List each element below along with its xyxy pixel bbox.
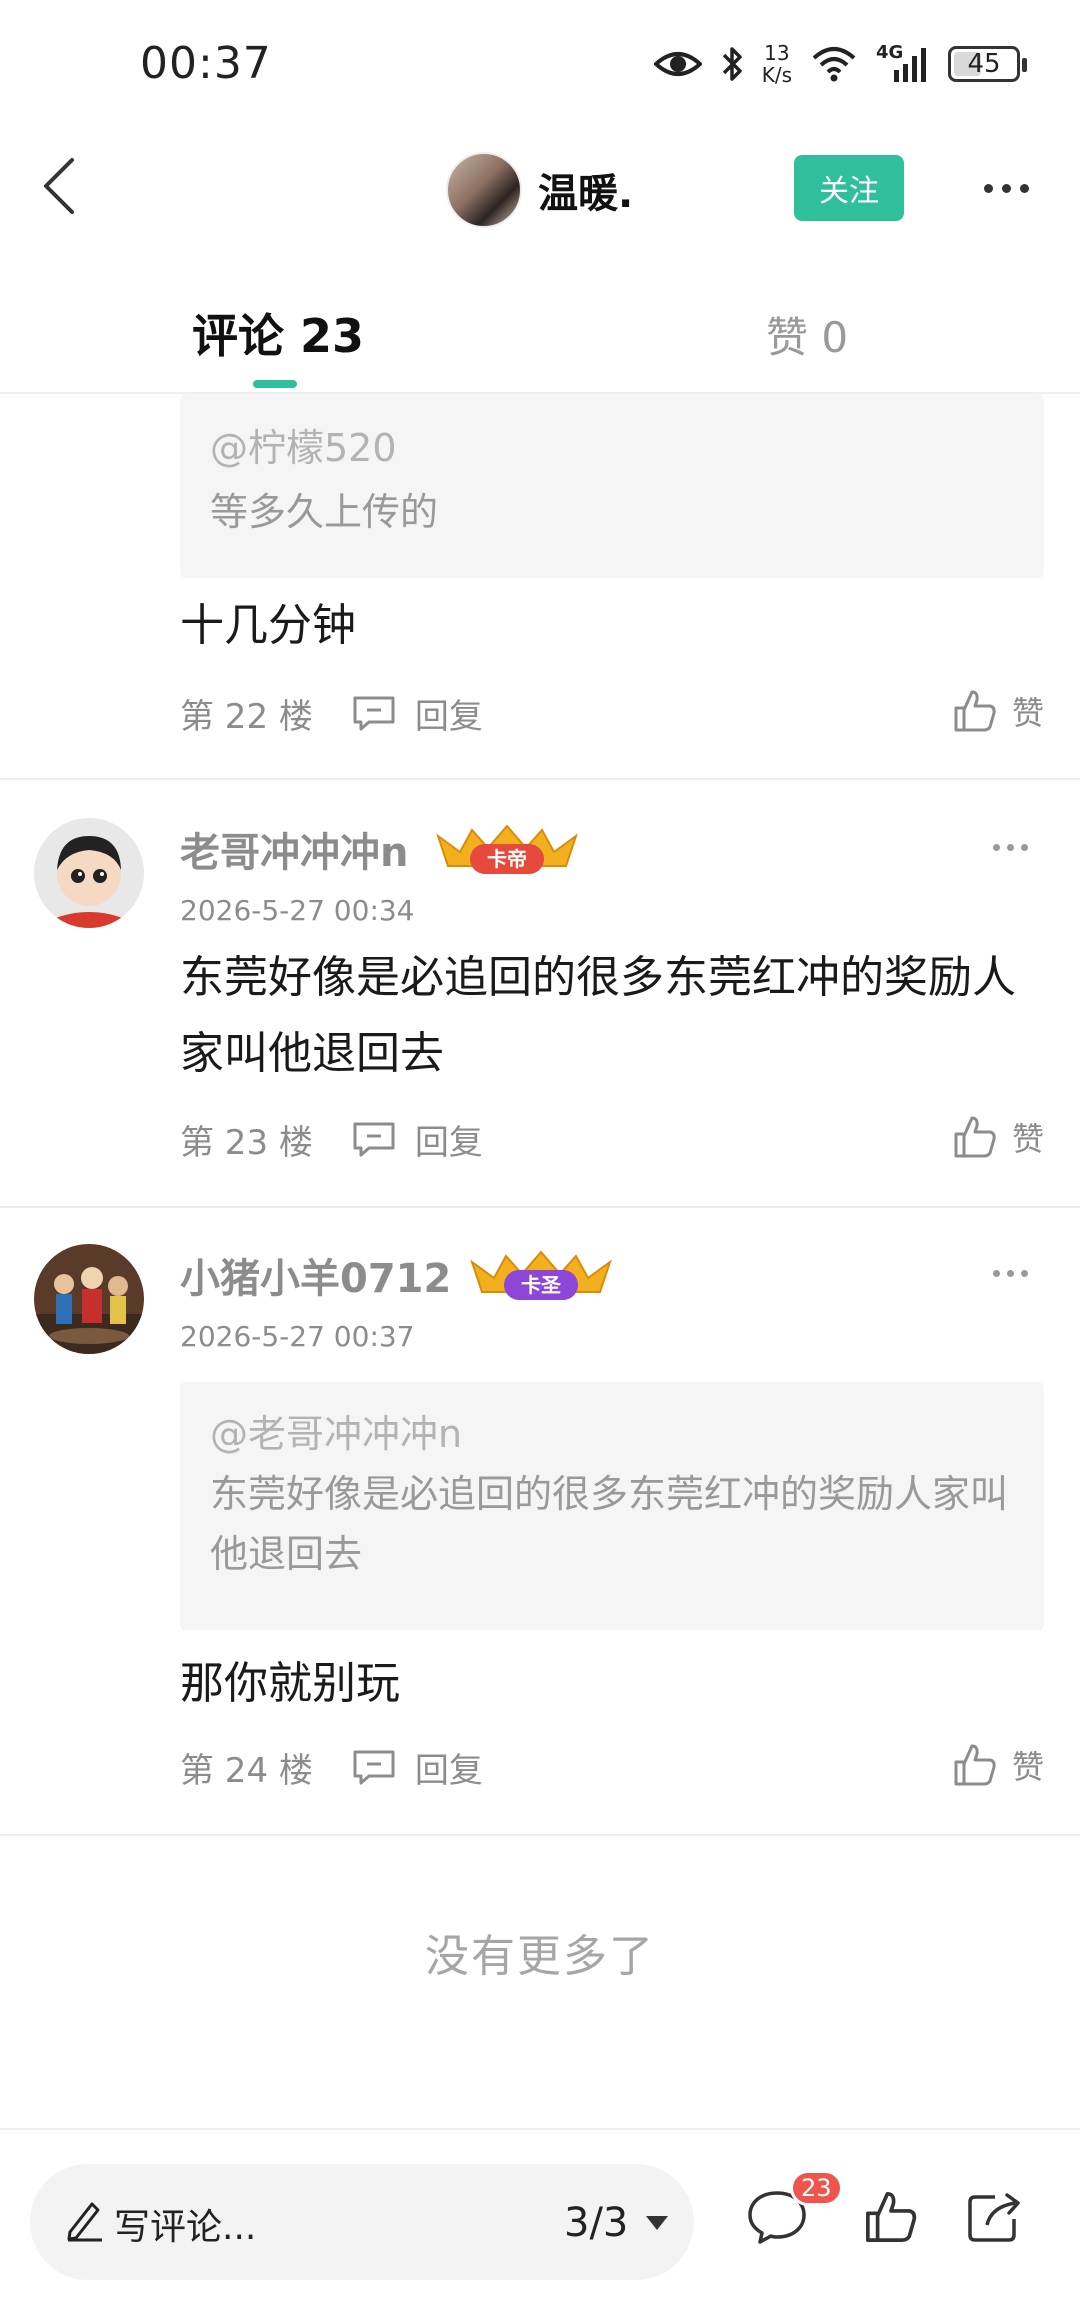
avatar[interactable] (34, 818, 144, 928)
chevron-left-icon (42, 156, 76, 220)
reply-label: 回复 (414, 696, 483, 737)
like-post-button[interactable] (856, 2182, 926, 2252)
comment-text: 东莞好像是必追回的很多东莞红冲的奖励人家叫他退回去 (180, 952, 1016, 1079)
comment-author[interactable]: 老哥冲冲冲n (180, 820, 408, 878)
quoted-comment[interactable]: @柠檬520 等多久上传的 (180, 394, 1044, 578)
like-label: 赞 (1011, 1748, 1044, 1786)
cellular-signal-icon: 4G (876, 42, 930, 84)
floor-number: 第 24 楼 (180, 1750, 313, 1791)
network-speed: 13 K/s (761, 41, 792, 87)
pencil-icon (67, 2202, 102, 2242)
quote-mention: @柠檬520 (210, 426, 397, 470)
thumbs-up-icon (954, 1116, 996, 1158)
back-button[interactable] (24, 148, 94, 228)
eye-icon (653, 48, 702, 80)
thumbs-up-icon (954, 1744, 996, 1786)
status-bar: 00:37 13 K/s 4G 45 (0, 0, 1080, 130)
reply-icon (353, 1750, 395, 1785)
wifi-icon (810, 44, 858, 84)
comment-time: 2026-5-27 00:34 (180, 894, 415, 927)
like-button[interactable]: 赞 (952, 1114, 1044, 1160)
tab-comments[interactable]: 评论 23 (192, 300, 364, 366)
comment-input-placeholder: 写评论... (114, 2207, 257, 2248)
quote-text: 等多久上传的 (210, 490, 439, 534)
divider (0, 1834, 1080, 1836)
divider (0, 1206, 1080, 1208)
post-author[interactable]: 温暖. (446, 150, 633, 230)
comment-more-button[interactable] (980, 832, 1040, 862)
comment-more-button[interactable] (980, 1258, 1040, 1288)
reply-button[interactable]: 回复 (351, 1115, 483, 1164)
more-options-button[interactable] (968, 158, 1044, 218)
comment-text: 十几分钟 (180, 600, 356, 651)
share-icon (968, 2193, 1020, 2242)
bottom-action-bar: 写评论... 3/3 23 (0, 2128, 1080, 2310)
more-dot (1001, 183, 1011, 193)
thumbs-up-icon (866, 2192, 917, 2242)
comment-meta: 第 22 楼 回复 赞 (180, 688, 1044, 738)
comment-text: 那你就别玩 (180, 1658, 400, 1709)
status-time: 00:37 (140, 38, 272, 89)
follow-button[interactable]: 关注 (794, 155, 904, 221)
active-tab-indicator (253, 380, 297, 388)
floor-number: 第 23 楼 (180, 1122, 313, 1163)
comment-meta: 第 24 楼 回复 赞 (180, 1742, 1044, 1792)
battery-indicator: 45 (948, 46, 1027, 82)
page-selector[interactable]: 3/3 (564, 2200, 670, 2246)
reply-icon (353, 696, 395, 731)
divider (0, 778, 1080, 780)
avatar[interactable] (446, 152, 522, 228)
tab-bar: 评论 23 赞 0 (0, 250, 1080, 394)
tab-likes[interactable]: 赞 0 (766, 304, 848, 365)
quoted-comment[interactable]: @老哥冲冲冲n 东莞好像是必追回的很多东莞红冲的奖励人家叫他退回去 (180, 1382, 1044, 1630)
share-button[interactable] (960, 2182, 1030, 2252)
reply-button[interactable]: 回复 (351, 689, 483, 738)
crown-badge: 卡圣 (466, 1248, 616, 1304)
badge-label: 卡圣 (521, 1273, 562, 1297)
comment-author[interactable]: 小猪小羊0712 (180, 1246, 451, 1304)
page-indicator-text: 3/3 (564, 2200, 629, 2246)
status-icons: 13 K/s 4G 45 (653, 36, 1027, 92)
quote-text: 东莞好像是必追回的很多东莞红冲的奖励人家叫他退回去 (210, 1472, 1009, 1576)
floor-number: 第 22 楼 (180, 696, 313, 737)
avatar[interactable] (34, 1244, 144, 1354)
crown-badge: 卡帝 (432, 822, 582, 878)
comment-time: 2026-5-27 00:37 (180, 1320, 415, 1353)
reply-label: 回复 (414, 1122, 483, 1163)
more-dot (1019, 183, 1029, 193)
bluetooth-icon (720, 44, 744, 84)
reply-label: 回复 (414, 1750, 483, 1791)
like-button[interactable]: 赞 (952, 1742, 1044, 1788)
comment-count-badge: 23 (790, 2170, 843, 2206)
reply-button[interactable]: 回复 (351, 1743, 483, 1792)
more-dot (983, 183, 993, 193)
comment-meta: 第 23 楼 回复 赞 (180, 1114, 1044, 1164)
thumbs-up-icon (954, 690, 996, 732)
like-button[interactable]: 赞 (952, 688, 1044, 734)
reply-icon (353, 1122, 395, 1157)
nav-bar: 温暖. 关注 (0, 130, 1080, 250)
like-label: 赞 (1011, 1120, 1044, 1158)
like-label: 赞 (1011, 694, 1044, 732)
quote-mention: @老哥冲冲冲n (210, 1412, 463, 1456)
end-of-list-text: 没有更多了 (425, 1931, 655, 1982)
badge-label: 卡帝 (487, 847, 527, 871)
author-name: 温暖. (538, 171, 634, 217)
comment-input[interactable]: 写评论... 3/3 (30, 2164, 694, 2280)
caret-down-icon (646, 2216, 669, 2230)
